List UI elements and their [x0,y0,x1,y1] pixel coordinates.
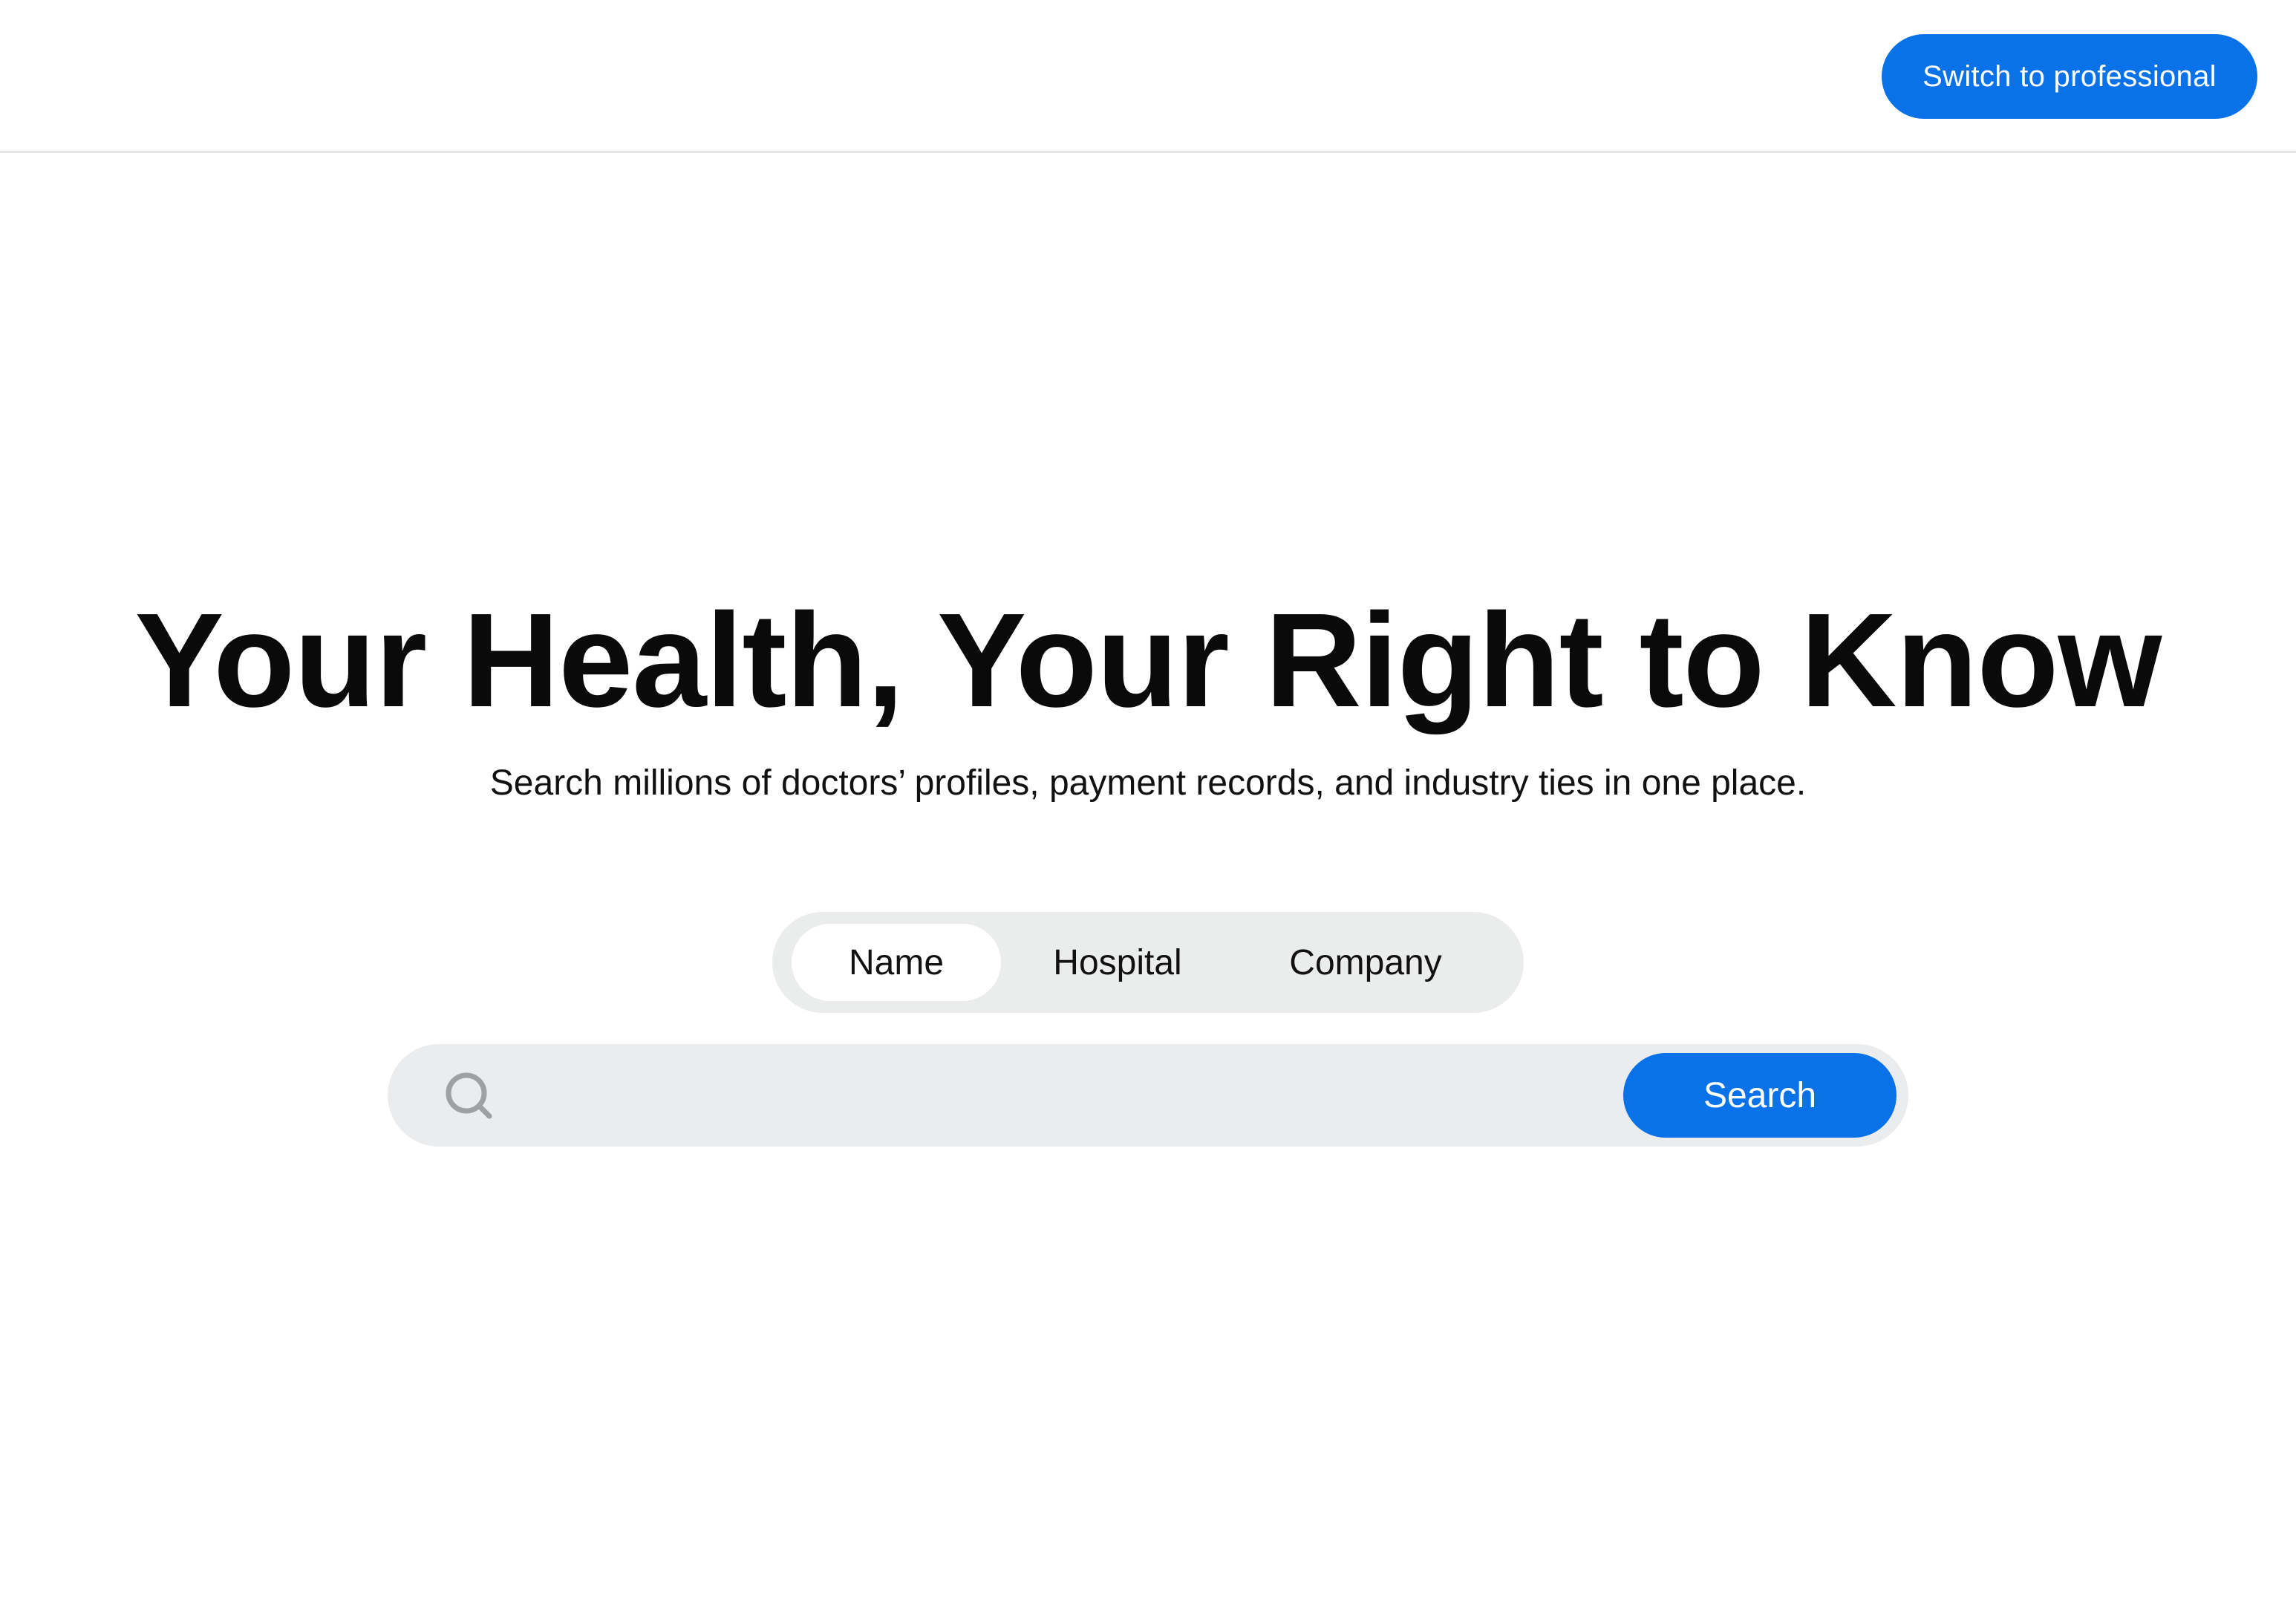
tab-name[interactable]: Name [792,924,1001,1001]
tab-hospital[interactable]: Hospital [1017,924,1218,1001]
top-header: Switch to professional [0,0,2296,153]
search-button[interactable]: Search [1623,1053,1897,1138]
tab-company[interactable]: Company [1228,924,1503,1001]
page-subtitle: Search millions of doctors’ profiles, pa… [489,763,1807,803]
page-title: Your Health, Your Right to Know [134,586,2162,735]
search-bar: Search [388,1044,1908,1147]
switch-to-professional-button[interactable]: Switch to professional [1882,34,2257,119]
search-type-tabs: Name Hospital Company [772,912,1524,1013]
search-icon [446,1072,492,1119]
search-input[interactable] [514,1059,1631,1133]
